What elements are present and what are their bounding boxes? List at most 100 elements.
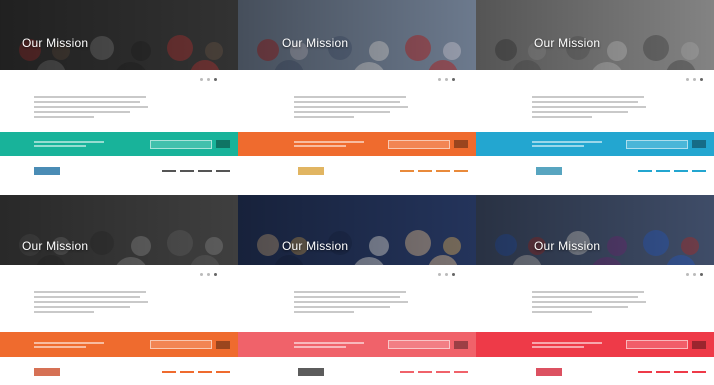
carousel-dot[interactable] (438, 273, 441, 276)
carousel-dot[interactable] (214, 78, 217, 81)
email-input[interactable] (388, 340, 450, 349)
signup-button[interactable] (216, 140, 230, 148)
carousel-dot[interactable] (445, 78, 448, 81)
footer-nav-link[interactable] (674, 170, 688, 172)
footer-nav (162, 170, 230, 172)
carousel-dots[interactable] (438, 273, 455, 276)
carousel-dot[interactable] (686, 78, 689, 81)
text-line (34, 311, 94, 313)
text-line (294, 301, 408, 303)
carousel-dot[interactable] (686, 273, 689, 276)
template-preview-2[interactable]: Our Mission (238, 0, 476, 195)
footer-nav-link[interactable] (656, 371, 670, 373)
email-input[interactable] (150, 139, 212, 149)
text-line (294, 291, 406, 293)
text-line (34, 101, 140, 103)
carousel-dot[interactable] (693, 78, 696, 81)
carousel-dot[interactable] (207, 78, 210, 81)
text-line (294, 101, 400, 103)
footer-nav-link[interactable] (638, 170, 652, 172)
signup-bar (476, 332, 714, 357)
carousel-dot[interactable] (700, 273, 703, 276)
carousel-dot[interactable] (452, 273, 455, 276)
hero-overlay (0, 195, 238, 265)
footer-nav-link[interactable] (692, 371, 706, 373)
footer-nav-link[interactable] (198, 170, 212, 172)
hero-overlay (476, 195, 714, 265)
footer-nav (638, 371, 706, 373)
signup-button[interactable] (692, 340, 706, 349)
signup-message-placeholder (34, 341, 124, 348)
carousel-dots[interactable] (686, 273, 703, 276)
footer-nav-link[interactable] (454, 371, 468, 373)
site-logo[interactable] (34, 167, 60, 175)
footer-nav-link[interactable] (436, 170, 450, 172)
template-preview-6[interactable]: Our Mission (476, 195, 714, 385)
carousel-dot[interactable] (452, 78, 455, 81)
email-input[interactable] (626, 340, 688, 349)
template-preview-5[interactable]: Our Mission (238, 195, 476, 385)
footer-nav-link[interactable] (400, 371, 414, 373)
carousel-dot[interactable] (207, 273, 210, 276)
mission-body-text (34, 291, 148, 316)
site-logo[interactable] (536, 368, 562, 376)
footer-nav-link[interactable] (162, 170, 176, 172)
carousel-dots[interactable] (200, 78, 217, 81)
signup-button[interactable] (692, 140, 706, 148)
footer-nav-link[interactable] (216, 170, 230, 172)
footer-nav-link[interactable] (692, 170, 706, 172)
signup-button[interactable] (454, 140, 468, 148)
carousel-dots[interactable] (200, 273, 217, 276)
text-line (532, 116, 592, 118)
footer-nav-link[interactable] (198, 371, 212, 373)
text-line (294, 296, 400, 298)
footer-nav-link[interactable] (418, 371, 432, 373)
signup-button[interactable] (454, 340, 468, 349)
text-line (34, 116, 94, 118)
text-line (34, 96, 146, 98)
footer-nav-link[interactable] (454, 170, 468, 172)
carousel-dots[interactable] (438, 78, 455, 81)
text-line (294, 96, 406, 98)
site-logo[interactable] (34, 368, 60, 376)
footer-nav-link[interactable] (216, 371, 230, 373)
footer-nav-link[interactable] (180, 170, 194, 172)
footer-nav-link[interactable] (674, 371, 688, 373)
carousel-dot[interactable] (200, 273, 203, 276)
carousel-dots[interactable] (686, 78, 703, 81)
email-input[interactable] (626, 139, 688, 149)
footer-nav (400, 170, 468, 172)
footer-nav-link[interactable] (162, 371, 176, 373)
template-preview-1[interactable]: Our Mission (0, 0, 238, 195)
template-preview-3[interactable]: Our Mission (476, 0, 714, 195)
footer-nav-link[interactable] (656, 170, 670, 172)
signup-bar (476, 132, 714, 156)
site-logo[interactable] (298, 368, 324, 376)
footer-nav-link[interactable] (418, 170, 432, 172)
carousel-dot[interactable] (693, 273, 696, 276)
mission-body-text (532, 291, 646, 316)
hero-title: Our Mission (534, 36, 601, 50)
footer-nav-link[interactable] (436, 371, 450, 373)
carousel-dot[interactable] (700, 78, 703, 81)
signup-button[interactable] (216, 340, 230, 349)
hero-image: Our Mission (238, 195, 476, 265)
carousel-dot[interactable] (445, 273, 448, 276)
footer-nav-link[interactable] (400, 170, 414, 172)
site-logo[interactable] (298, 167, 324, 175)
carousel-dot[interactable] (214, 273, 217, 276)
carousel-dot[interactable] (200, 78, 203, 81)
template-preview-4[interactable]: Our Mission (0, 195, 238, 385)
text-line (34, 301, 148, 303)
carousel-dot[interactable] (438, 78, 441, 81)
footer-nav-link[interactable] (638, 371, 652, 373)
email-input[interactable] (150, 340, 212, 349)
email-input[interactable] (388, 139, 450, 149)
text-line (34, 291, 146, 293)
site-logo[interactable] (536, 167, 562, 175)
site-footer (238, 162, 476, 180)
hero-image: Our Mission (476, 195, 714, 265)
mission-body-text (34, 96, 148, 121)
mission-body-text (294, 96, 408, 121)
footer-nav-link[interactable] (180, 371, 194, 373)
